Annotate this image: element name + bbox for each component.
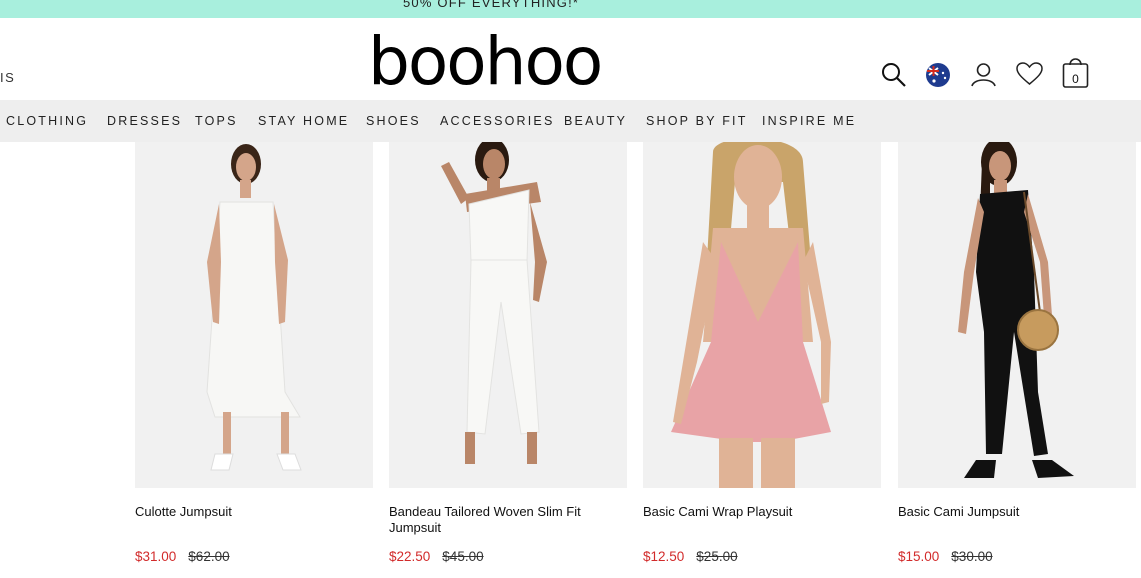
nav-item-beauty[interactable]: BEAUTY [564, 114, 627, 128]
nav-item-accessories[interactable]: ACCESSORIES [440, 114, 555, 128]
nav-item-shoes[interactable]: SHOES [366, 114, 421, 128]
product-name[interactable]: Basic Cami Jumpsuit [898, 504, 1128, 520]
sale-price: $12.50 [643, 549, 685, 564]
nav-item-stay-home[interactable]: STAY HOME [258, 114, 349, 128]
original-price: $62.00 [188, 549, 230, 564]
brand-logo[interactable]: boohoo [368, 22, 603, 102]
product-image[interactable] [389, 142, 627, 488]
sale-price: $15.00 [898, 549, 940, 564]
model-figure [958, 142, 1074, 478]
product-prices: $12.50 $25.00 [643, 549, 738, 564]
product-card[interactable]: Basic Cami Jumpsuit $15.00 $30.00 [898, 142, 1136, 564]
bag-count: 0 [1072, 72, 1079, 86]
header-left-link[interactable]: IS [0, 70, 15, 85]
product-card[interactable]: Basic Cami Wrap Playsuit $12.50 $25.00 [643, 142, 881, 564]
nav-item-tops[interactable]: TOPS [195, 114, 238, 128]
original-price: $25.00 [696, 549, 738, 564]
model-figure [671, 142, 831, 488]
main-nav: CLOTHING DRESSES TOPS STAY HOME SHOES AC… [0, 100, 1141, 142]
model-figure [206, 144, 302, 471]
product-name[interactable]: Basic Cami Wrap Playsuit [643, 504, 873, 520]
account-icon[interactable] [970, 61, 997, 88]
original-price: $45.00 [442, 549, 484, 564]
site-header: IS boohoo 0 [0, 18, 1141, 100]
product-prices: $15.00 $30.00 [898, 549, 993, 564]
sale-price: $22.50 [389, 549, 431, 564]
product-image[interactable] [643, 142, 881, 488]
promo-banner[interactable]: 50% OFF EVERYTHING!* [0, 0, 1141, 18]
promo-text[interactable]: 50% OFF EVERYTHING!* [403, 0, 579, 10]
product-image[interactable] [135, 142, 373, 488]
nav-item-shop-by-fit[interactable]: SHOP BY FIT [646, 114, 748, 128]
product-name[interactable]: Culotte Jumpsuit [135, 504, 365, 520]
flag-icon[interactable] [925, 62, 951, 88]
wishlist-icon[interactable] [1016, 62, 1043, 86]
search-icon[interactable] [881, 62, 907, 88]
sale-price: $31.00 [135, 549, 177, 564]
nav-item-dresses[interactable]: DRESSES [107, 114, 182, 128]
product-image[interactable] [898, 142, 1136, 488]
nav-item-inspire-me[interactable]: INSPIRE ME [762, 114, 856, 128]
product-card[interactable]: Culotte Jumpsuit $31.00 $62.00 [135, 142, 373, 564]
product-prices: $31.00 $62.00 [135, 549, 230, 564]
nav-item-clothing[interactable]: CLOTHING [6, 114, 88, 128]
bag-icon[interactable]: 0 [1062, 55, 1089, 89]
product-prices: $22.50 $45.00 [389, 549, 484, 564]
model-figure [441, 142, 547, 464]
product-card[interactable]: Bandeau Tailored Woven Slim Fit Jumpsuit… [389, 142, 627, 564]
product-name[interactable]: Bandeau Tailored Woven Slim Fit Jumpsuit [389, 504, 619, 536]
original-price: $30.00 [951, 549, 993, 564]
